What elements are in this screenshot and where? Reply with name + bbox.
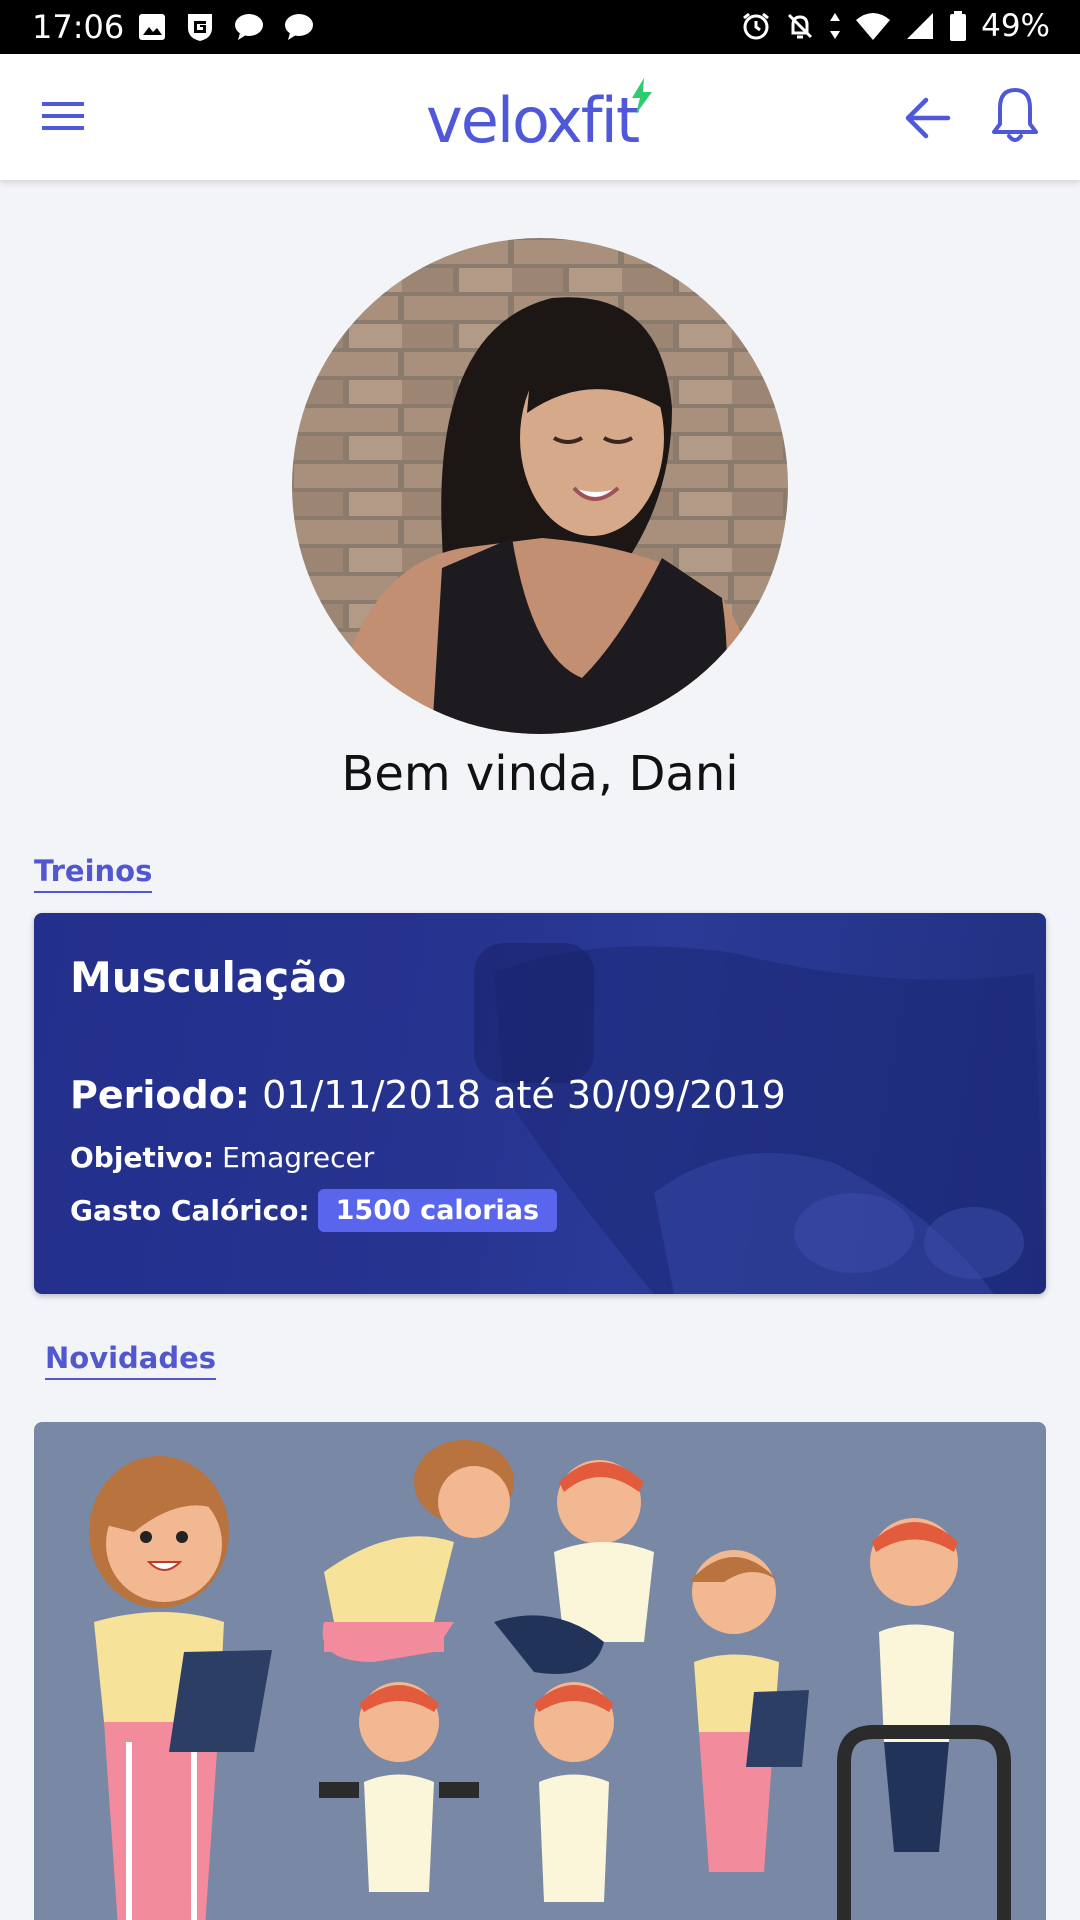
calories-badge: 1500 calorias — [317, 1189, 558, 1232]
battery-percent: 49% — [981, 8, 1050, 44]
profile-photo — [292, 238, 788, 734]
period-label: Periodo: — [70, 1073, 250, 1117]
menu-icon — [42, 102, 84, 130]
section-title-novidades[interactable]: Novidades — [45, 1341, 217, 1380]
image-icon — [139, 14, 165, 40]
workout-calories: Gasto Calórico: 1500 calorias — [70, 1189, 558, 1232]
goal-label: Objetivo: — [70, 1141, 215, 1174]
welcome-heading: Bem vinda, Dani — [341, 746, 739, 802]
fitness-illustration — [89, 1440, 1011, 1920]
notifications-off-icon — [788, 13, 813, 39]
g-shield-icon — [188, 14, 212, 41]
goal-value: Emagrecer — [222, 1141, 375, 1174]
chat-bubble-icon — [235, 14, 263, 40]
signal-icon — [907, 13, 934, 39]
data-arrows-icon — [830, 13, 841, 39]
workout-title: Musculação — [70, 953, 347, 1002]
calories-label: Gasto Calórico: — [70, 1194, 310, 1227]
back-button[interactable] — [902, 92, 954, 144]
notifications-button[interactable] — [990, 86, 1040, 146]
arrow-left-icon — [905, 97, 951, 139]
workout-card[interactable]: Musculação Periodo: 01/11/2018 até 30/09… — [34, 913, 1046, 1294]
bell-icon — [992, 88, 1038, 142]
news-card[interactable] — [34, 1422, 1046, 1920]
alarm-icon — [743, 12, 770, 40]
workout-period: Periodo: 01/11/2018 até 30/09/2019 — [70, 1073, 786, 1117]
menu-button[interactable] — [42, 100, 86, 134]
chat-bubble-icon — [285, 14, 313, 40]
app-logo: veloxfit — [426, 84, 640, 157]
system-icons: 49% — [741, 8, 1050, 44]
wifi-icon — [856, 13, 891, 40]
app-bar: veloxfit — [0, 54, 1080, 180]
period-value: 01/11/2018 até 30/09/2019 — [262, 1073, 786, 1117]
status-time: 17:06 — [32, 8, 125, 46]
section-title-treinos[interactable]: Treinos — [34, 854, 153, 893]
status-bar: 17:06 49% — [0, 0, 1080, 54]
workout-goal: Objetivo: Emagrecer — [70, 1141, 374, 1174]
bolt-icon — [632, 78, 652, 114]
profile-avatar[interactable] — [292, 238, 788, 734]
notification-icons — [138, 12, 314, 42]
battery-icon — [950, 11, 967, 41]
